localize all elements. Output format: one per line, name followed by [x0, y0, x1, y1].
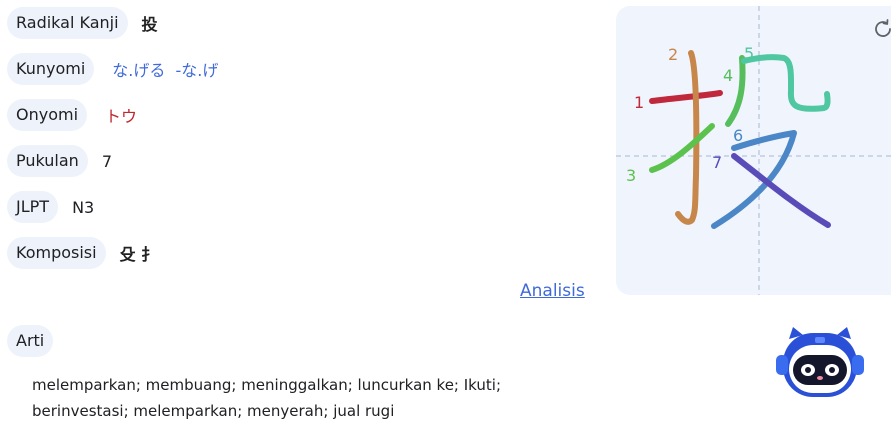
value-kunyomi[interactable]: な.げる -な.げ: [112, 57, 218, 81]
replay-icon[interactable]: [872, 18, 891, 40]
value-radical: 投: [141, 15, 158, 34]
meaning-text: melemparkan; membuang; meninggalkan; lun…: [32, 376, 502, 420]
value-composition[interactable]: 殳 扌: [120, 241, 158, 265]
label-onyomi: Onyomi: [7, 99, 88, 131]
stroke-number-1: 1: [634, 93, 644, 112]
stroke-6: [711, 130, 797, 229]
stroke-5: [741, 54, 831, 112]
stroke-number-4: 4: [723, 66, 733, 85]
stroke-number-5: 5: [744, 44, 754, 63]
row-radical: Radikal Kanji 投: [7, 7, 158, 39]
robot-mascot[interactable]: [775, 325, 865, 405]
value-jlpt: N3: [72, 197, 95, 217]
label-composition: Komposisi: [7, 237, 106, 269]
value-strokes: 7: [101, 151, 112, 171]
stroke-number-7: 7: [712, 153, 722, 172]
label-kunyomi: Kunyomi: [7, 53, 95, 85]
row-meaning: Arti: [7, 325, 54, 357]
row-strokes: Pukulan 7: [7, 145, 112, 177]
stroke-number-3: 3: [626, 166, 636, 185]
stroke-order-panel[interactable]: 1 2 3 4 5 6 7: [616, 6, 891, 295]
row-onyomi: Onyomi トウ: [7, 99, 137, 131]
label-radical: Radikal Kanji: [7, 7, 128, 39]
row-composition: Komposisi 殳 扌: [7, 237, 157, 269]
row-kunyomi: Kunyomi な.げる -な.げ: [7, 53, 218, 85]
label-meaning: Arti: [7, 325, 54, 357]
stroke-2: [675, 50, 700, 225]
stroke-number-6: 6: [733, 126, 743, 145]
label-jlpt: JLPT: [7, 191, 59, 223]
value-onyomi[interactable]: トウ: [105, 103, 137, 127]
stroke-3: [649, 123, 715, 173]
analysis-link[interactable]: Analisis: [520, 281, 585, 301]
label-strokes: Pukulan: [7, 145, 88, 177]
stroke-order-diagram: 1 2 3 4 5 6 7: [616, 6, 891, 295]
row-jlpt: JLPT N3: [7, 191, 94, 223]
stroke-1: [649, 90, 723, 104]
stroke-number-2: 2: [668, 45, 678, 64]
